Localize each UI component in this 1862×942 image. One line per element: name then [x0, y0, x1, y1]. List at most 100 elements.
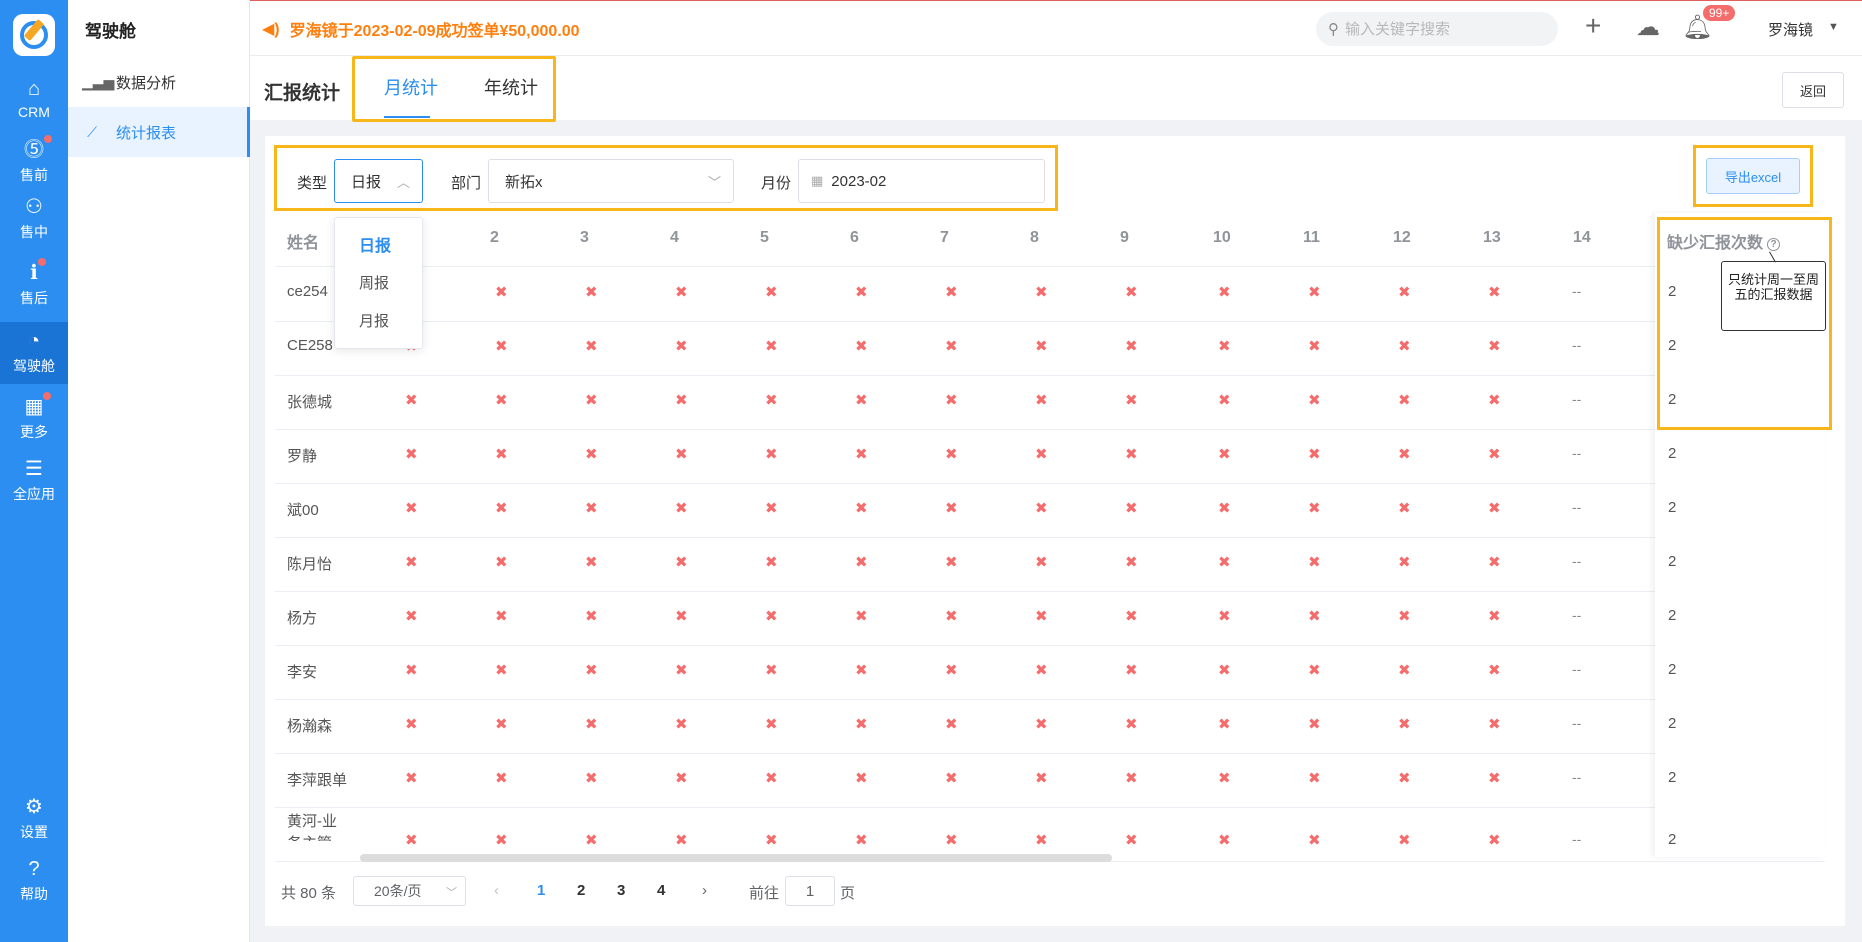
row-divider	[275, 375, 1825, 376]
missing-report-icon: ✖	[945, 392, 958, 409]
app-rail: ⌂ CRM ⓹ 售前 ⚇ 售中 ℹ 售后 ◔ 驾驶舱 ▦ 更多 ☰ 全应用 ⚙ 设置? 帮助	[0, 0, 68, 942]
dropdown-option-daily[interactable]: 日报	[335, 226, 424, 262]
missing-report-icon: ✖	[1035, 392, 1048, 409]
rail-item-4[interactable]: ◔ 驾驶舱	[0, 322, 68, 384]
missing-report-icon: ✖	[765, 608, 778, 625]
goto-page-input[interactable]	[785, 876, 835, 906]
missing-report-icon: ✖	[405, 716, 418, 733]
plus-icon[interactable]: +	[1585, 10, 1601, 42]
row-divider	[275, 807, 1825, 808]
missing-report-icon: ✖	[1398, 770, 1411, 787]
type-select[interactable]: 日报 ︿	[334, 159, 423, 203]
tab-active-indicator	[384, 116, 430, 118]
dept-select[interactable]: 新拓x ﹀	[488, 159, 734, 203]
missing-report-icon: ✖	[1035, 608, 1048, 625]
page-size-value: 20条/页	[374, 883, 422, 899]
missing-report-icon: ✖	[1308, 770, 1321, 787]
missing-report-icon: ✖	[945, 554, 958, 571]
rail-item-7[interactable]: ⚙ 设置	[0, 788, 68, 850]
missing-report-icon: ✖	[765, 662, 778, 679]
tab-monthly[interactable]: 月统计	[384, 74, 438, 100]
search-input[interactable]	[1345, 20, 1535, 38]
dropdown-option-weekly[interactable]: 周报	[335, 264, 424, 300]
missing-report-icon: ✖	[495, 662, 508, 679]
notification-dot	[37, 258, 46, 266]
row-name: 杨方	[287, 610, 318, 627]
missing-report-icon: ✖	[1218, 338, 1231, 355]
column-header-day: 8	[1030, 229, 1039, 246]
missing-report-icon: ✖	[945, 500, 958, 517]
missing-report-icon: ✖	[945, 338, 958, 355]
rail-item-1[interactable]: ⓹ 售前	[0, 131, 68, 193]
export-excel-button[interactable]: 导出excel	[1706, 158, 1800, 194]
missing-report-icon: ✖	[675, 284, 688, 301]
missing-report-icon: ✖	[405, 500, 418, 517]
page-number[interactable]: 4	[657, 882, 665, 899]
cloud-download-icon[interactable]: ☁	[1636, 13, 1660, 42]
rail-item-5[interactable]: ▦ 更多	[0, 388, 68, 450]
missing-report-icon: ✖	[495, 392, 508, 409]
missing-report-icon: ✖	[855, 392, 868, 409]
missing-report-icon: ✖	[585, 832, 598, 849]
missing-report-icon: ✖	[1488, 770, 1501, 787]
row-divider	[275, 429, 1825, 430]
rail-item-3[interactable]: ℹ 售后	[0, 254, 68, 316]
missing-report-icon: ✖	[1488, 392, 1501, 409]
dropdown-option-monthly[interactable]: 月报	[335, 302, 424, 338]
missing-report-icon: ✖	[1035, 832, 1048, 849]
row-divider	[275, 753, 1825, 754]
app-logo[interactable]	[13, 14, 55, 56]
tab-yearly[interactable]: 年统计	[484, 74, 538, 100]
rail-item-0[interactable]: ⌂ CRM	[0, 68, 68, 130]
type-label: 类型	[297, 175, 328, 192]
page-size-select[interactable]: 20条/页 ﹀	[353, 876, 466, 906]
missing-count: 2	[1668, 769, 1677, 786]
horizontal-scrollbar[interactable]	[360, 854, 1112, 862]
cell-no-data: --	[1572, 661, 1582, 677]
missing-report-icon: ✖	[1125, 446, 1138, 463]
prev-page-icon[interactable]: ‹	[494, 882, 499, 899]
missing-report-icon: ✖	[1398, 662, 1411, 679]
user-name[interactable]: 罗海镜	[1768, 19, 1813, 40]
caret-down-icon[interactable]: ▼	[1828, 21, 1839, 33]
row-name: 黄河-业务主管	[287, 813, 337, 841]
column-header-day: 2	[490, 229, 499, 246]
home-icon: ⌂	[27, 78, 41, 100]
rail-item-label: 更多	[20, 424, 48, 440]
missing-report-icon: ✖	[855, 832, 868, 849]
notice-banner: ◀) 罗海镜于2023-02-09成功签单¥50,000.00	[262, 17, 580, 41]
missing-report-icon: ✖	[1035, 500, 1048, 517]
page-number[interactable]: 1	[537, 882, 545, 899]
next-page-icon[interactable]: ›	[702, 882, 707, 899]
rail-item-2[interactable]: ⚇ 售中	[0, 188, 68, 250]
missing-report-icon: ✖	[1218, 770, 1231, 787]
rail-item-8[interactable]: ? 帮助	[0, 850, 68, 912]
speaker-icon: ◀)	[262, 21, 280, 38]
goto-label: 前往	[749, 885, 780, 902]
missing-report-icon: ✖	[1218, 284, 1231, 301]
missing-report-icon: ✖	[1218, 392, 1231, 409]
search-box[interactable]: ⚲	[1316, 12, 1558, 46]
info-badge-icon: ℹ	[30, 258, 46, 284]
missing-report-icon: ✖	[675, 832, 688, 849]
cell-no-data: --	[1572, 337, 1582, 353]
missing-report-icon: ✖	[765, 500, 778, 517]
page-number[interactable]: 3	[617, 882, 625, 899]
page-number[interactable]: 2	[577, 882, 585, 899]
missing-report-icon: ✖	[855, 608, 868, 625]
sidebar-item-stat-report[interactable]: ⟋ 统计报表	[68, 107, 250, 157]
rail-item-6[interactable]: ☰ 全应用	[0, 450, 68, 512]
sidebar-item-data-analysis[interactable]: ▁▃▅ 数据分析	[68, 57, 250, 107]
dept-select-value: 新拓x	[505, 173, 543, 191]
calendar-icon: ▦	[811, 173, 824, 188]
missing-report-icon: ✖	[1398, 832, 1411, 849]
type-dropdown: 日报 周报 月报	[334, 217, 423, 349]
missing-report-icon: ✖	[1125, 716, 1138, 733]
back-button[interactable]: 返回	[1782, 72, 1844, 108]
missing-report-icon: ✖	[405, 608, 418, 625]
missing-report-icon: ✖	[675, 338, 688, 355]
missing-report-icon: ✖	[585, 284, 598, 301]
missing-report-icon: ✖	[945, 662, 958, 679]
missing-report-icon: ✖	[1035, 662, 1048, 679]
month-picker[interactable]: ▦ 2023-02	[798, 159, 1045, 203]
